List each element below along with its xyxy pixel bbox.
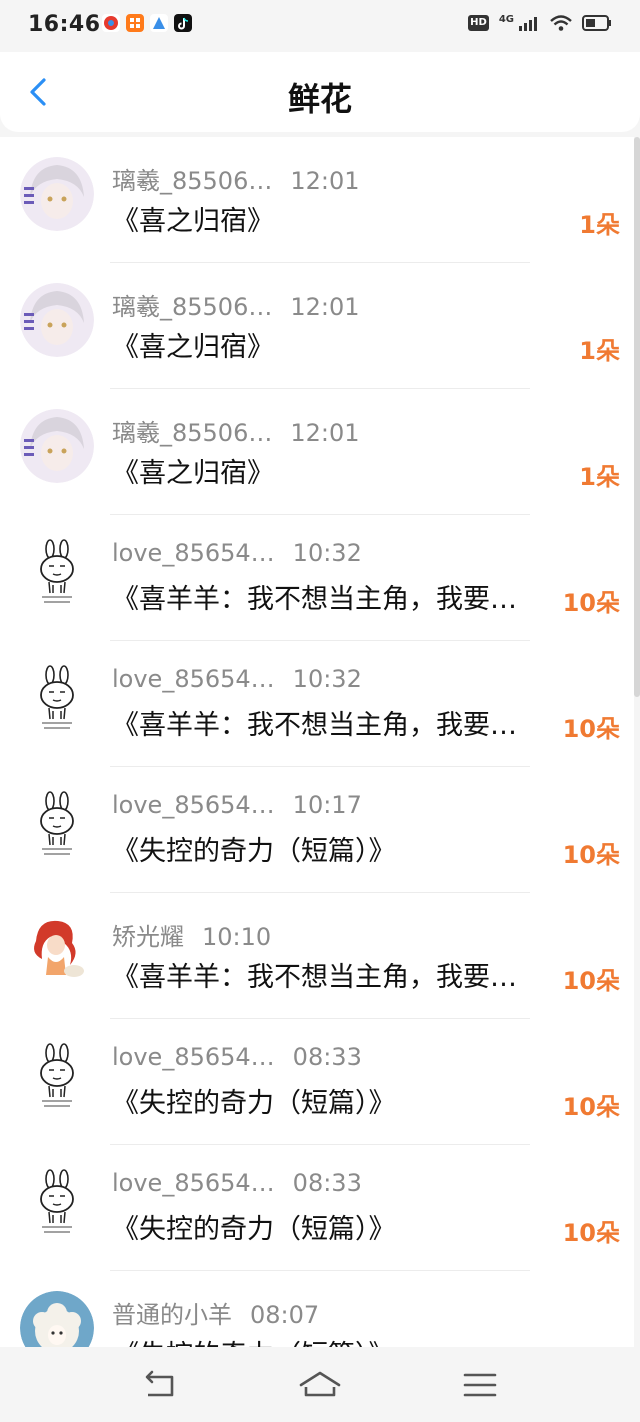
username: 矫光耀 10:10 xyxy=(112,923,272,951)
back-nav-icon xyxy=(145,1370,174,1397)
redhair-avatar xyxy=(20,913,94,987)
status-bar: 16:46 HD 4G xyxy=(0,0,640,52)
username: 璃羲_85506… 12:01 xyxy=(112,293,360,321)
notif-app-1-icon xyxy=(102,14,120,32)
book-title: 《喜羊羊：我不想当主角，我要… xyxy=(112,584,517,615)
timestamp: 12:01 xyxy=(290,419,360,447)
page-title: 鲜花 xyxy=(287,80,352,118)
bottom-navigation xyxy=(0,1347,640,1422)
list-item[interactable]: 璃羲_85506… 12:01 《喜之归宿》 1朵 xyxy=(0,263,634,389)
status-time: 16:46 xyxy=(28,12,101,37)
anime-avatar xyxy=(20,409,94,483)
list-item[interactable]: 普通的小羊08:07 《失控的奇力（短篇）》 10朵 xyxy=(0,1271,634,1347)
flower-count: 10朵 xyxy=(562,841,620,869)
flower-count: 1朵 xyxy=(579,211,620,239)
flower-count: 10朵 xyxy=(562,589,620,617)
timestamp: 10:17 xyxy=(292,791,362,819)
list-item[interactable]: 璃羲_85506… 12:01 《喜之归宿》 1朵 xyxy=(0,389,634,515)
rabbit-avatar xyxy=(20,1165,94,1239)
book-title: 《失控的奇力（短篇）》 xyxy=(112,1088,396,1119)
username: 璃羲_85506… 12:01 xyxy=(112,419,360,447)
flower-list: 璃羲_85506… 12:01 《喜之归宿》 1朵 璃羲_85506… 12:01 … xyxy=(0,137,634,1347)
anime-avatar xyxy=(20,283,94,357)
home-nav-button[interactable] xyxy=(298,1365,342,1405)
list-item[interactable]: love_85654… 10:17 《失控的奇力（短篇）》 10朵 xyxy=(0,767,634,893)
username: 普通的小羊 08:07 xyxy=(112,1301,320,1329)
rabbit-avatar xyxy=(20,787,94,861)
flower-count: 10朵 xyxy=(562,967,620,995)
rabbit-avatar xyxy=(20,535,94,609)
list-item[interactable]: love_85654… 10:32 《喜羊羊：我不想当主角，我要… 10朵 xyxy=(0,515,634,641)
timestamp: 10:32 xyxy=(292,539,362,567)
back-nav-button[interactable] xyxy=(138,1365,182,1405)
username: love_85654… 08:33 xyxy=(112,1169,362,1197)
book-title: 《喜之归宿》 xyxy=(112,332,274,363)
timestamp: 08:33 xyxy=(292,1169,362,1197)
flower-count: 1朵 xyxy=(579,337,620,365)
notif-app-2-icon xyxy=(126,14,144,32)
hd-icon: HD xyxy=(468,15,489,31)
home-nav-icon xyxy=(299,1371,341,1397)
wifi-icon xyxy=(550,15,572,31)
timestamp: 10:10 xyxy=(202,923,272,951)
flower-count: 10朵 xyxy=(562,715,620,743)
book-title: 《喜羊羊：我不想当主角，我要… xyxy=(112,962,517,993)
timestamp: 12:01 xyxy=(290,167,360,195)
tiktok-icon xyxy=(174,14,192,32)
flower-count: 10朵 xyxy=(562,1219,620,1247)
book-title: 《喜羊羊：我不想当主角，我要… xyxy=(112,710,517,741)
header: 鲜花 xyxy=(0,52,640,132)
list-item[interactable]: 璃羲_85506… 12:01 《喜之归宿》 1朵 xyxy=(0,137,634,263)
timestamp: 12:01 xyxy=(290,293,360,321)
username: love_85654… 10:32 xyxy=(112,665,362,693)
notification-icons xyxy=(102,14,192,32)
username: love_85654… 08:33 xyxy=(112,1043,362,1071)
list-item[interactable]: love_85654… 08:33 《失控的奇力（短篇）》 10朵 xyxy=(0,1019,634,1145)
menu-nav-icon xyxy=(463,1373,497,1397)
username: love_85654… 10:32 xyxy=(112,539,362,567)
network-label: 4G xyxy=(498,13,514,25)
flower-count: 10朵 xyxy=(562,1093,620,1121)
book-title: 《失控的奇力（短篇）》 xyxy=(112,1333,396,1347)
username: 璃羲_85506… 12:01 xyxy=(112,167,360,195)
sheep-avatar xyxy=(20,1291,94,1347)
username: love_85654… 10:17 xyxy=(112,791,362,819)
timestamp: 08:07 xyxy=(250,1301,320,1329)
rabbit-avatar xyxy=(20,1039,94,1113)
book-title: 《失控的奇力（短篇）》 xyxy=(112,836,396,867)
book-title: 《喜之归宿》 xyxy=(112,458,274,489)
menu-nav-button[interactable] xyxy=(458,1365,502,1405)
book-title: 《失控的奇力（短篇）》 xyxy=(112,1214,396,1245)
system-icons: HD 4G xyxy=(468,14,612,32)
list-item[interactable]: love_85654… 10:32 《喜羊羊：我不想当主角，我要… 10朵 xyxy=(0,641,634,767)
notif-app-3-icon xyxy=(150,14,168,32)
rabbit-avatar xyxy=(20,661,94,735)
signal-icon xyxy=(519,17,537,31)
anime-avatar xyxy=(20,157,94,231)
list-item[interactable]: love_85654… 08:33 《失控的奇力（短篇）》 10朵 xyxy=(0,1145,634,1271)
book-title: 《喜之归宿》 xyxy=(112,206,274,237)
flower-count: 1朵 xyxy=(579,463,620,491)
battery-icon xyxy=(582,15,611,31)
timestamp: 08:33 xyxy=(292,1043,362,1071)
scrollbar[interactable] xyxy=(634,137,640,697)
timestamp: 10:32 xyxy=(292,665,362,693)
list-item[interactable]: 矫光耀 10:10 《喜羊羊：我不想当主角，我要… 10朵 xyxy=(0,893,634,1019)
flower-count: 10朵 xyxy=(563,1339,620,1347)
